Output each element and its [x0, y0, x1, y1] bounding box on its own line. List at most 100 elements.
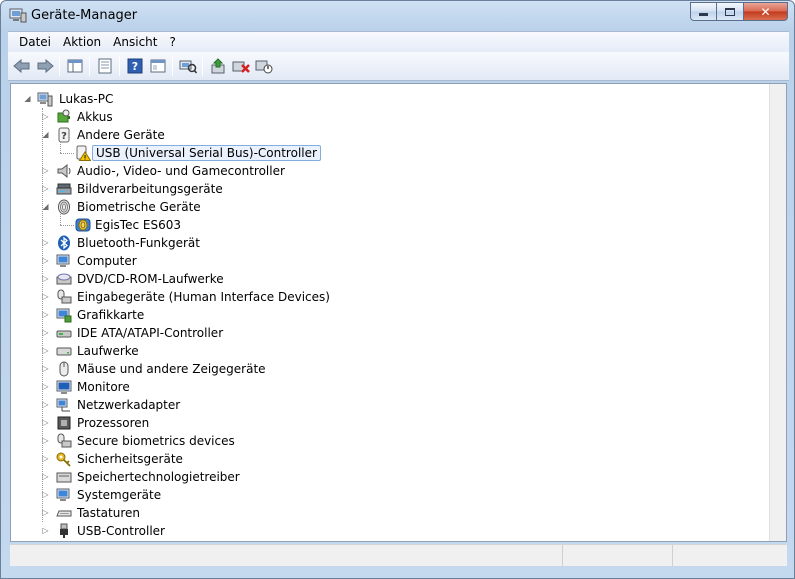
maximize-button[interactable]: [717, 2, 744, 21]
maximize-icon: [725, 7, 735, 16]
tree-connector: [42, 108, 43, 522]
collapse-arrow-icon[interactable]: ◢: [23, 94, 32, 103]
expand-arrow-icon[interactable]: ▷: [41, 526, 50, 535]
svg-text:?: ?: [61, 131, 67, 142]
computer-icon: [56, 254, 70, 267]
tree-item-andere-geraete[interactable]: ◢ ? Andere Geräte: [11, 126, 769, 144]
toolbar-separator: [59, 56, 60, 76]
device-tree[interactable]: ◢ Lukas-PC ▷ Akkus ◢ ? Andere Geräte USB…: [11, 84, 769, 541]
properties-button[interactable]: [93, 55, 116, 77]
tree-item-label: USB-Controller: [77, 524, 165, 538]
menu-aktion[interactable]: Aktion: [57, 35, 107, 49]
tree-connector: [60, 142, 61, 153]
keyboard-icon: [56, 510, 72, 517]
show-hide-icon: [150, 59, 165, 73]
tree-item-label: Mäuse und andere Zeigegeräte: [77, 362, 266, 376]
toolbar-separator: [89, 56, 90, 76]
tree-item-laufwerke[interactable]: ▷ Laufwerke: [11, 342, 769, 360]
properties-icon: [98, 58, 111, 74]
menu-ansicht[interactable]: Ansicht: [107, 35, 163, 49]
tree-item-egistec-es603[interactable]: EgisTec ES603: [11, 214, 769, 234]
tree-item-prozessoren[interactable]: ▷ Prozessoren: [11, 414, 769, 432]
tree-root-row[interactable]: ◢ Lukas-PC: [11, 90, 769, 108]
battery-icon: [57, 109, 70, 123]
minimize-button[interactable]: [690, 2, 717, 21]
close-icon: ✕: [760, 4, 771, 19]
tree-item-label: Laufwerke: [77, 344, 139, 358]
disk-drive-icon: [56, 347, 72, 356]
help-icon: ?: [127, 58, 142, 74]
tree-item-secure-biometrics[interactable]: ▷ Secure biometrics devices: [11, 432, 769, 450]
help-button[interactable]: ?: [123, 55, 146, 77]
network-adapter-icon: [56, 398, 70, 412]
tree-item-biometrische-geraete[interactable]: ◢ Biometrische Geräte: [11, 198, 769, 216]
fingerprint-reader-icon: [75, 218, 91, 232]
processor-icon: [57, 416, 71, 430]
tree-item-systemgeraete[interactable]: ▷ Systemgeräte: [11, 486, 769, 504]
tree-item-label: Audio-, Video- und Gamecontroller: [77, 164, 285, 178]
tree-item-speichertechnologie[interactable]: ▷ Speichertechnologietreiber: [11, 468, 769, 486]
tree-item-dvd-cdrom[interactable]: ▷ DVD/CD-ROM-Laufwerke: [11, 270, 769, 288]
minimize-icon: [699, 13, 708, 16]
fingerprint-icon: [58, 199, 70, 215]
tree-item-usb-controller[interactable]: ▷ USB-Controller: [11, 522, 769, 540]
tree-item-label: Eingabegeräte (Human Interface Devices): [77, 290, 330, 304]
tree-item-eingabegeraete[interactable]: ▷ Eingabegeräte (Human Interface Devices…: [11, 288, 769, 306]
forward-button[interactable]: [33, 55, 56, 77]
show-hide-button[interactable]: [146, 55, 169, 77]
tree-item-label: Speichertechnologietreiber: [77, 470, 240, 484]
tree-item-label: DVD/CD-ROM-Laufwerke: [77, 272, 224, 286]
ide-controller-icon: [56, 330, 72, 338]
device-tree-panel: ◢ Lukas-PC ▷ Akkus ◢ ? Andere Geräte USB…: [10, 83, 787, 542]
toolbar-separator: [119, 56, 120, 76]
tree-item-netzwerkadapter[interactable]: ▷ Netzwerkadapter: [11, 396, 769, 414]
back-button[interactable]: [10, 55, 33, 77]
uninstall-button[interactable]: [229, 55, 252, 77]
tree-item-bluetooth[interactable]: ▷ Bluetooth-Funkgerät: [11, 234, 769, 252]
tree-item-usb-controller-unknown[interactable]: USB (Universal Serial Bus)-Controller: [11, 142, 769, 162]
close-button[interactable]: ✕: [744, 2, 788, 21]
tree-item-label: Akkus: [77, 110, 113, 124]
tree-item-label: Monitore: [77, 380, 130, 394]
storage-icon: [56, 472, 72, 483]
secure-biometrics-icon: [57, 433, 72, 448]
tree-item-label: EgisTec ES603: [95, 218, 181, 232]
tree-item-grafikkarte[interactable]: ▷ Grafikkarte: [11, 306, 769, 324]
status-pane-secondary: [563, 545, 673, 566]
tree-item-maeuse[interactable]: ▷ Mäuse und andere Zeigegeräte: [11, 360, 769, 378]
speaker-icon: [57, 163, 71, 179]
menu-bar: Datei Aktion Ansicht ?: [8, 31, 789, 52]
tree-item-label: Tastaturen: [77, 506, 140, 520]
tree-item-computer[interactable]: ▷ Computer: [11, 252, 769, 270]
tree-root-label: Lukas-PC: [59, 92, 114, 106]
menu-datei[interactable]: Datei: [13, 35, 57, 49]
display-adapter-icon: [56, 308, 72, 323]
tree-item-ide-ata[interactable]: ▷ IDE ATA/ATAPI-Controller: [11, 324, 769, 342]
tree-item-sicherheitsgeraete[interactable]: ▷ Sicherheitsgeräte: [11, 450, 769, 468]
tree-connector: [60, 214, 61, 225]
vertical-scrollbar[interactable]: [769, 84, 786, 541]
toolbar: ?: [8, 52, 789, 81]
tree-item-label: Secure biometrics devices: [77, 434, 235, 448]
menu-help[interactable]: ?: [163, 35, 181, 49]
tree-item-bildverarbeitung[interactable]: ▷ Bildverarbeitungsgeräte: [11, 180, 769, 198]
status-pane-main: [10, 545, 563, 566]
warning-device-icon: [76, 145, 91, 161]
tree-item-tastaturen[interactable]: ▷ Tastaturen: [11, 504, 769, 522]
title-bar[interactable]: Geräte-Manager ✕: [1, 1, 794, 31]
scanner-icon: [56, 183, 72, 195]
window-title: Geräte-Manager: [31, 8, 138, 23]
scan-hardware-button[interactable]: [176, 55, 199, 77]
tree-connector: [60, 153, 74, 154]
tree-item-akkus[interactable]: ▷ Akkus: [11, 108, 769, 126]
console-tree-button[interactable]: [63, 55, 86, 77]
usb-plug-icon: [60, 523, 68, 538]
tree-item-label: Andere Geräte: [77, 128, 165, 142]
caption-buttons: ✕: [690, 2, 788, 21]
tree-item-label: Grafikkarte: [77, 308, 145, 322]
disable-button[interactable]: [252, 55, 275, 77]
tree-item-audio-video[interactable]: ▷ Audio-, Video- und Gamecontroller: [11, 162, 769, 180]
forward-icon: [37, 59, 54, 73]
tree-item-monitore[interactable]: ▷ Monitore: [11, 378, 769, 396]
update-driver-button[interactable]: [206, 55, 229, 77]
